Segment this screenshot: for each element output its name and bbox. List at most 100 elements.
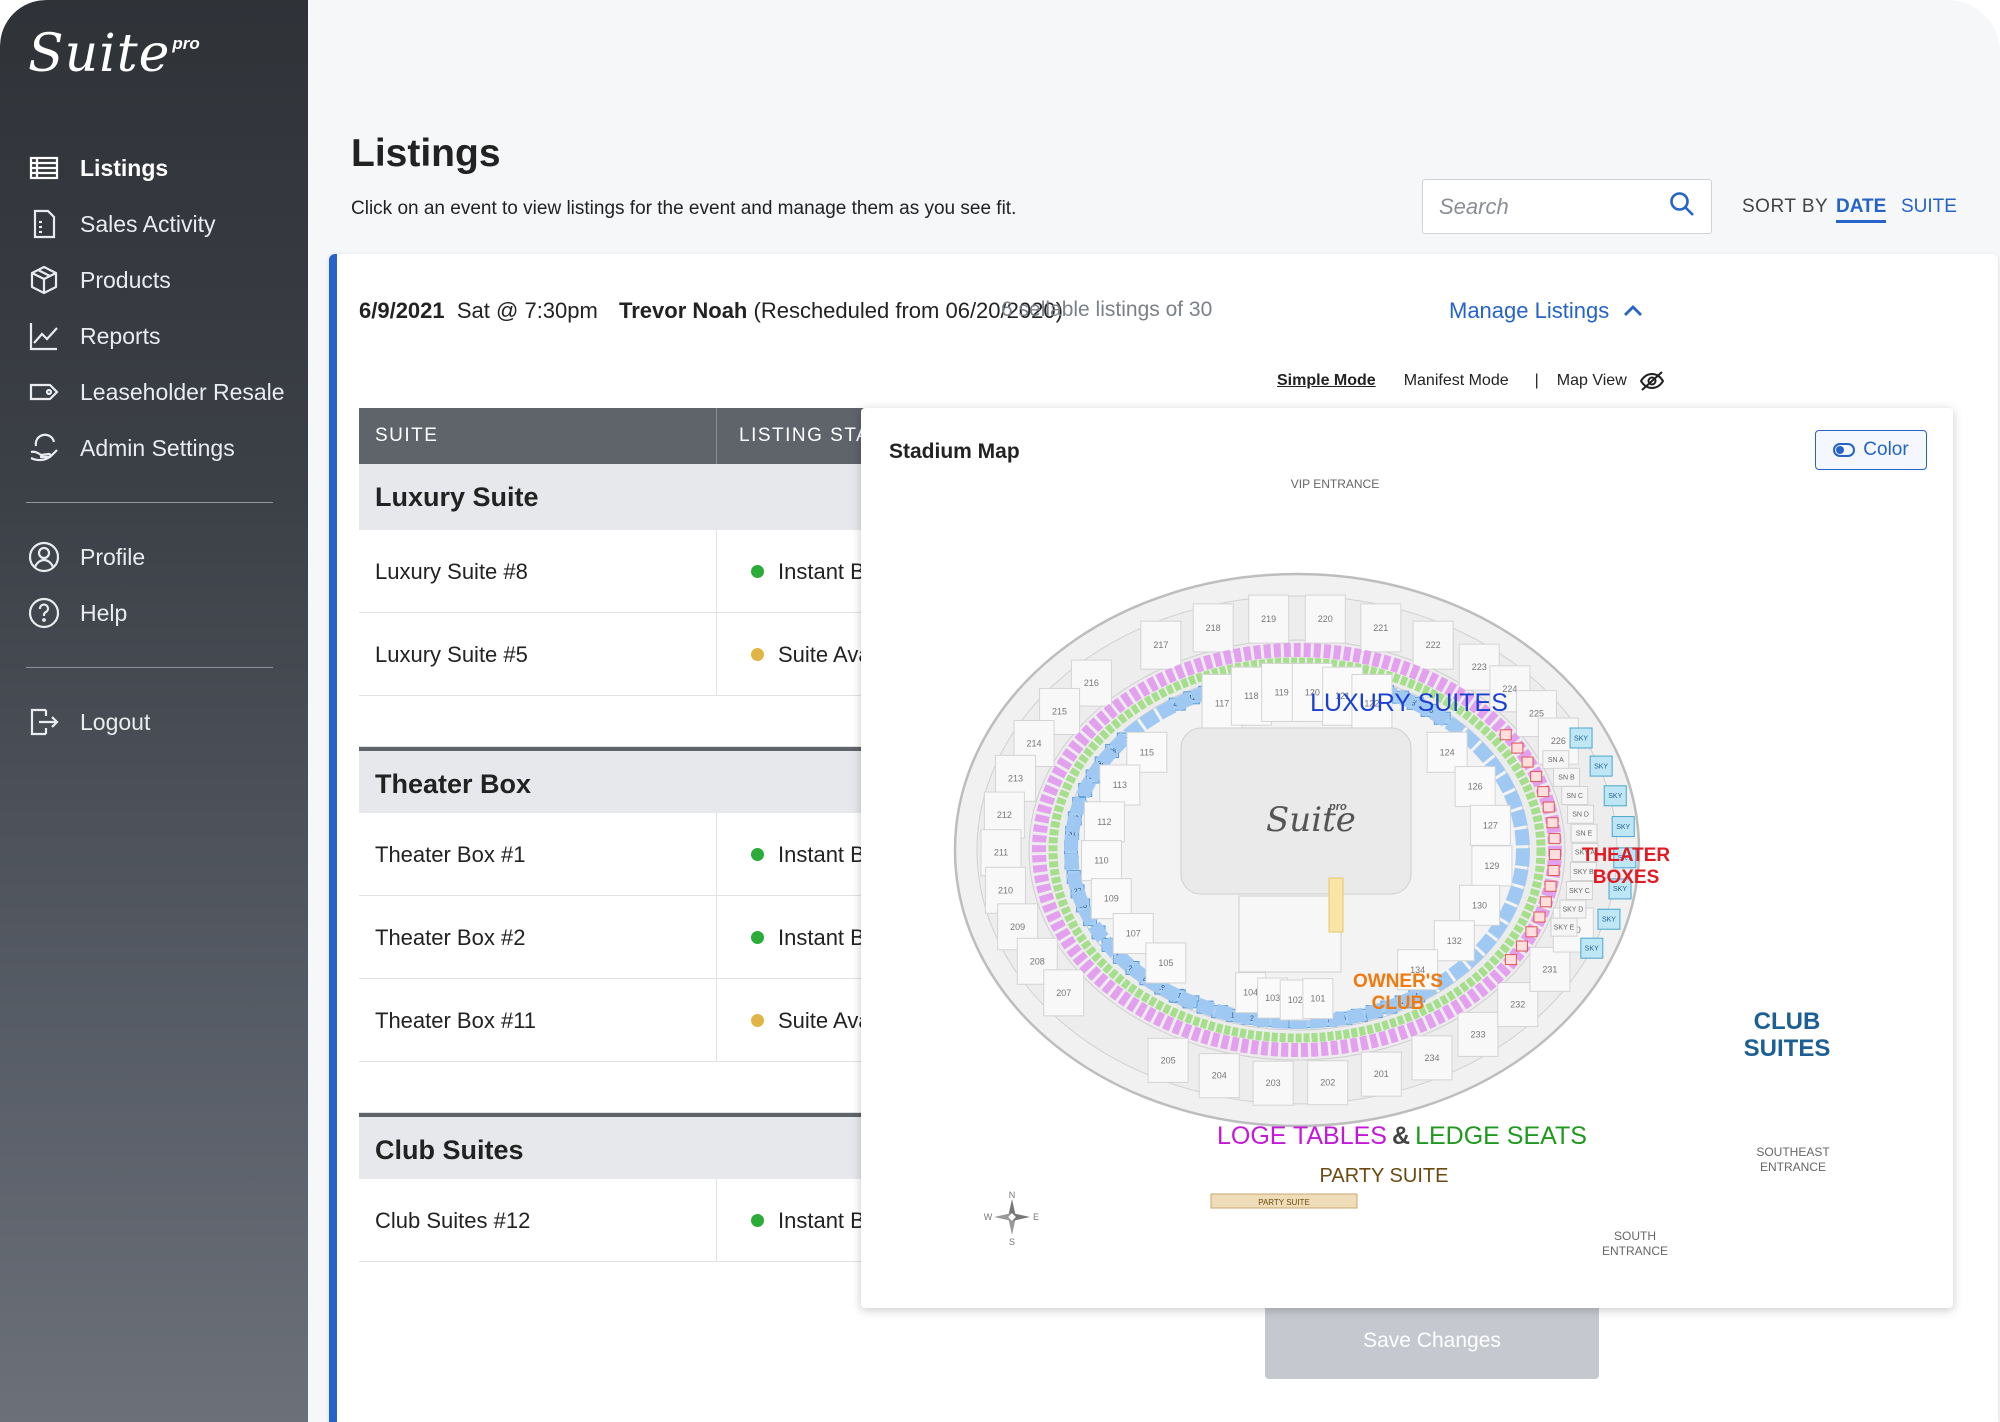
party-suite-small-label: PARTY SUITE (1258, 1198, 1310, 1207)
sidebar-nav: Listings Sales Activity Products Reports (26, 140, 286, 750)
table-row[interactable]: Theater Box #1 Instant B (359, 813, 919, 896)
event-datetime[interactable]: 6/9/2021 Sat @ 7:30pm (359, 298, 598, 324)
map-view-toggle[interactable]: Map View (1557, 370, 1665, 392)
table-fade (359, 1274, 919, 1314)
group-header[interactable]: Theater Box (359, 747, 919, 813)
theater-box[interactable] (1548, 849, 1561, 861)
status-text: Suite Ava (778, 641, 871, 667)
group-spacer (359, 1062, 919, 1113)
search-input[interactable]: Search (1422, 179, 1712, 234)
theater-boxes-label-2[interactable]: BOXES (1593, 867, 1660, 888)
save-changes-button[interactable]: Save Changes (1265, 1302, 1599, 1379)
theater-box[interactable] (1548, 833, 1561, 845)
sn-section-label: SN E (1576, 831, 1593, 838)
table-row[interactable]: Luxury Suite #8 Instant B (359, 530, 919, 613)
theater-boxes-label-1[interactable]: THEATER (1582, 845, 1671, 866)
sidebar-item-listings[interactable]: Listings (26, 140, 286, 196)
theater-box[interactable] (1542, 801, 1555, 813)
table-row[interactable]: Theater Box #11 Suite Ava (359, 979, 919, 1062)
lower-section-label: 117 (1215, 699, 1229, 709)
stadium-map[interactable]: 217 218 219 220 221 222 216 215 214 213 212 211 210 2… (861, 408, 1953, 1308)
lower-section-label: 102 (1288, 995, 1303, 1005)
column-header-listing-status[interactable]: LISTING STA (717, 408, 870, 464)
theater-box[interactable] (1537, 786, 1550, 798)
sort-suite-button[interactable]: SUITE (1901, 196, 1957, 218)
user-circle-icon (26, 539, 62, 575)
theater-box[interactable] (1530, 771, 1543, 783)
manage-listings-button[interactable]: Manage Listings (1449, 298, 1645, 324)
group-header[interactable]: Club Suites (359, 1113, 919, 1179)
table-row[interactable]: Luxury Suite #5 Suite Ava (359, 613, 919, 696)
ledge-seats-label[interactable]: LEDGE SEATS (1415, 1122, 1587, 1150)
theater-box[interactable] (1539, 896, 1552, 908)
sort-date-button[interactable]: DATE (1836, 196, 1887, 223)
club-suites-label-2[interactable]: SUITES (1744, 1035, 1831, 1062)
listings-table: SUITE LISTING STA Luxury Suite Luxury Su… (359, 408, 919, 1262)
table-row[interactable]: Theater Box #2 Instant B (359, 896, 919, 979)
theater-box[interactable] (1515, 940, 1528, 952)
south-entrance-label-2: ENTRANCE (1602, 1244, 1668, 1258)
app-logo[interactable]: Suite pro (28, 24, 200, 84)
theater-box[interactable] (1521, 756, 1534, 768)
upper-section-label: 232 (1510, 1000, 1525, 1010)
hand-gear-icon (26, 430, 62, 466)
sidebar-item-sales-activity[interactable]: Sales Activity (26, 196, 286, 252)
club-suite-label: SKY (1616, 824, 1630, 831)
suite-cell: Theater Box #2 (359, 896, 717, 978)
sidebar-item-leaseholder-resale[interactable]: Leaseholder Resale (26, 364, 286, 420)
theater-box[interactable] (1511, 742, 1524, 754)
sidebar-item-reports[interactable]: Reports (26, 308, 286, 364)
upper-section-label: 213 (1008, 773, 1023, 783)
receipt-icon (26, 206, 62, 242)
theater-box[interactable] (1544, 880, 1557, 892)
sidebar-item-label: Reports (80, 322, 161, 349)
simple-mode-link[interactable]: Simple Mode (1277, 372, 1376, 390)
sn-section-label: SKY B (1573, 869, 1594, 876)
upper-section-label: 216 (1084, 678, 1099, 688)
theater-box[interactable] (1499, 729, 1512, 741)
column-header-suite[interactable]: SUITE (359, 408, 717, 464)
upper-section-label: 202 (1320, 1078, 1335, 1088)
upper-section-label: 221 (1373, 623, 1388, 633)
view-mode-bar: Simple Mode Manifest Mode | Map View (1277, 370, 1665, 392)
manage-listings-label: Manage Listings (1449, 298, 1610, 323)
event-title[interactable]: Trevor Noah (Rescheduled from 06/20/2020… (619, 298, 1063, 324)
suite-cell: Luxury Suite #8 (359, 530, 717, 612)
table-row[interactable]: Club Suites #12 Instant B (359, 1179, 919, 1262)
theater-box[interactable] (1547, 864, 1560, 876)
map-view-label: Map View (1556, 372, 1627, 389)
manifest-mode-link[interactable]: Manifest Mode (1404, 372, 1509, 390)
sidebar-item-logout[interactable]: Logout (26, 694, 286, 750)
upper-section-label: 211 (994, 848, 1008, 858)
status-text: Instant B (778, 558, 865, 584)
theater-box[interactable] (1525, 926, 1538, 938)
theater-box[interactable] (1546, 817, 1559, 829)
status-cell: Suite Ava (717, 979, 871, 1061)
lower-section-label: 126 (1468, 782, 1483, 792)
status-text: Suite Ava (778, 1007, 871, 1033)
party-suite-label[interactable]: PARTY SUITE (1320, 1165, 1449, 1187)
lower-section-label: 127 (1483, 820, 1498, 830)
sidebar-item-help[interactable]: Help (26, 585, 286, 641)
luxury-suites-label[interactable]: LUXURY SUITES (1310, 689, 1508, 717)
sidebar-item-profile[interactable]: Profile (26, 529, 286, 585)
loge-tables-label[interactable]: LOGE TABLES (1217, 1122, 1387, 1150)
lower-section-label: 124 (1440, 747, 1455, 757)
app-window: Suite pro Listings Sales Activity Product… (0, 0, 2000, 1422)
sidebar-item-admin-settings[interactable]: Admin Settings (26, 420, 286, 476)
sn-section-label: SN C (1566, 793, 1583, 800)
theater-box[interactable] (1533, 911, 1546, 923)
chart-line-icon (26, 318, 62, 354)
theater-box[interactable] (1504, 954, 1517, 966)
group-header[interactable]: Luxury Suite (359, 464, 919, 530)
search-icon[interactable] (1669, 191, 1695, 222)
owners-club-label-1[interactable]: OWNER'S (1353, 971, 1443, 992)
club-suite-label: SKY (1585, 946, 1599, 953)
lower-section-label: 132 (1447, 936, 1462, 946)
owners-club-label-2[interactable]: CLUB (1372, 993, 1425, 1014)
lower-section-label: 101 (1310, 994, 1325, 1004)
chevron-up-icon (1624, 305, 1643, 316)
box-icon (26, 262, 62, 298)
club-suites-label-1[interactable]: CLUB (1754, 1008, 1821, 1035)
sidebar-item-products[interactable]: Products (26, 252, 286, 308)
